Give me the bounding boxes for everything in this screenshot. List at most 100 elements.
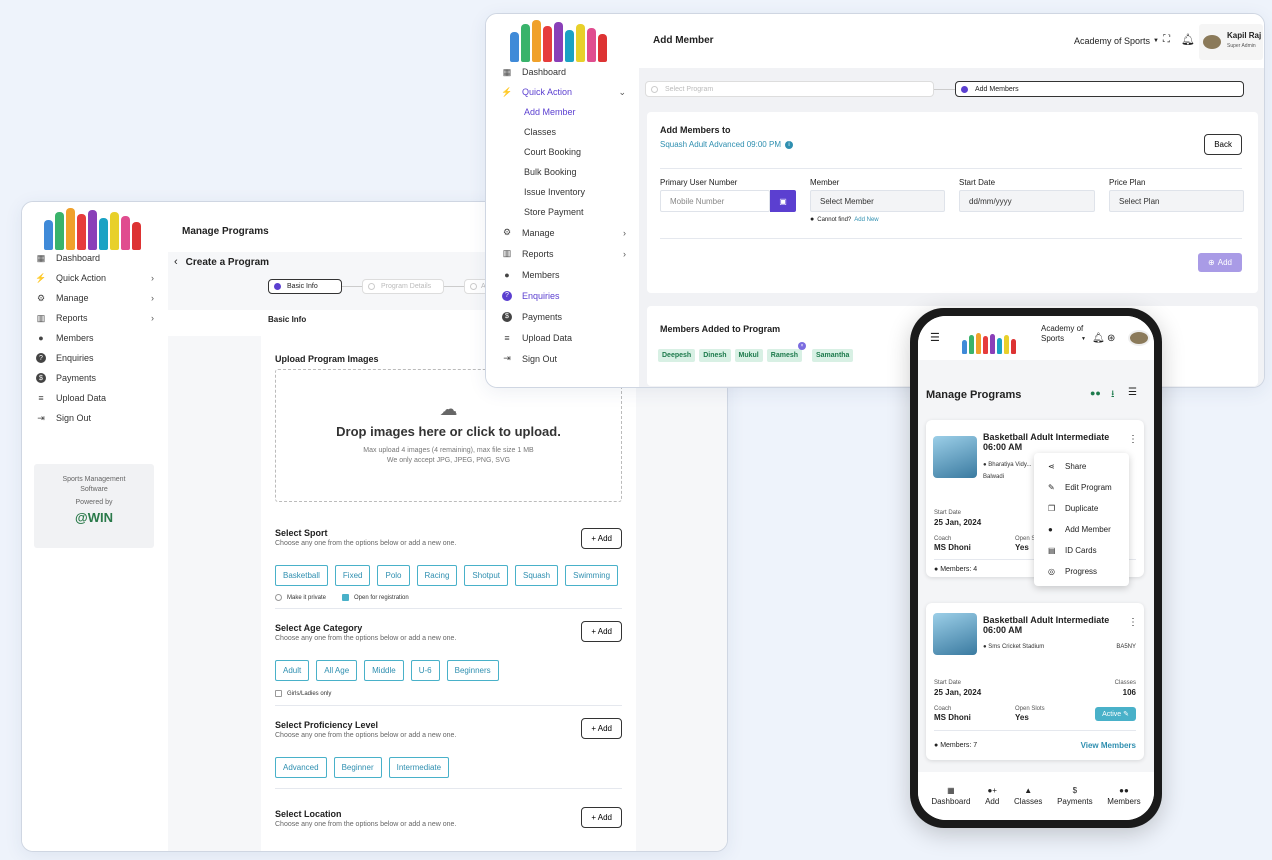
step-basic-info[interactable]: Basic Info [268,279,342,294]
academy-select[interactable]: Academy of Sports ▼ [1074,36,1159,46]
option-chip[interactable]: Polo [377,565,410,586]
avatar[interactable] [1128,330,1150,346]
girls-checkbox[interactable] [275,690,282,697]
member-tag[interactable]: Ramesh [766,349,802,362]
tab-item[interactable]: ●● Members [1107,786,1140,806]
menu-item[interactable]: ◎ Progress [1034,561,1129,582]
sidebar-item-quick-action[interactable]: ⚡ Quick Action ⌄ [501,82,626,102]
price-plan-select[interactable]: Select Plan [1109,190,1244,212]
private-checkbox[interactable] [275,594,282,601]
submenu-item[interactable]: Court Booking [524,142,626,162]
member-tag[interactable]: Mukul [734,349,763,362]
sidebar-item[interactable]: $ Payments [36,368,154,388]
option-chip[interactable]: Squash [514,565,559,586]
sidebar-item[interactable]: ? Enquiries [502,285,626,306]
option-chip[interactable]: Swimming [565,565,619,586]
sidebar-item[interactable]: ● Members [502,264,626,285]
fullscreen-icon[interactable]: ⛶ [1163,34,1170,45]
step-select-program[interactable]: Select Program [645,81,934,97]
step-program-details[interactable]: Program Details [362,279,444,294]
mobile-number-input[interactable]: Mobile Number [660,190,770,212]
menu-item-label: Progress [1065,567,1098,576]
more-vertical-icon[interactable]: ⋮ [1128,617,1138,628]
sidebar-item[interactable]: ▦ Dashboard [502,62,626,82]
sidebar-item[interactable]: ▦ Dashboard [36,248,154,268]
info-icon[interactable]: i [784,140,793,149]
menu-item[interactable]: ● Add Member [1034,519,1129,540]
sidebar-item[interactable]: ⇥ Sign Out [36,408,154,428]
tab-item[interactable]: ▲ Classes [1014,786,1042,806]
status-badge[interactable]: Active ✎ [1095,707,1136,721]
chevron-left-icon[interactable]: ‹ [174,256,178,268]
remove-tag-icon[interactable]: × [798,342,806,350]
search-member-button[interactable]: ▣ [770,190,796,212]
option-chip[interactable]: Adult [275,660,310,681]
add-button[interactable]: ⊕ Add [1198,253,1242,272]
sidebar-item[interactable]: ≡ Upload Data [36,388,154,408]
member-tag[interactable]: Samantha [812,349,854,362]
start-date-input[interactable]: dd/mm/yyyy [959,190,1095,212]
submenu-item[interactable]: Store Payment [524,202,626,222]
add-proficiency-button[interactable]: + Add [581,718,622,739]
private-option[interactable]: Make it private [275,594,326,601]
sidebar-item[interactable]: ? Enquiries [36,348,154,368]
option-chip[interactable]: Fixed [334,565,371,586]
member-tag[interactable]: Dinesh [699,349,731,362]
bell-icon[interactable]: 🔔︎ [1181,33,1195,46]
upload-dropzone[interactable]: ☁ Drop images here or click to upload. M… [275,369,622,502]
sidebar-item[interactable]: $ Payments [502,306,626,327]
add-location-button[interactable]: + Add [581,807,622,828]
member-tag[interactable]: Deepesh [658,349,696,362]
option-chip[interactable]: Shotput [464,565,508,586]
add-age-button[interactable]: + Add [581,621,622,642]
menu-item[interactable]: ⋖ Share [1034,456,1129,477]
sidebar-item[interactable]: ⇥ Sign Out [502,348,626,369]
sidebar-item[interactable]: ▥ Reports › [36,308,154,328]
settings-icon[interactable]: ⊛ [1107,333,1115,344]
sidebar-item[interactable]: ● Members [36,328,154,348]
option-chip[interactable]: Intermediate [388,757,450,778]
menu-item[interactable]: ❐ Duplicate [1034,498,1129,519]
submenu-item[interactable]: Issue Inventory [524,182,626,202]
more-vertical-icon[interactable]: ⋮ [1128,434,1138,445]
sidebar-item[interactable]: ⚙ Manage › [502,222,626,243]
submenu-item[interactable]: Bulk Booking [524,162,626,182]
option-chip[interactable]: U-6 [410,660,440,681]
menu-item[interactable]: ✎ Edit Program [1034,477,1129,498]
dropzone-limit: Max upload 4 images (4 remaining), max f… [363,447,534,454]
option-chip[interactable]: Basketball [275,565,328,586]
option-chip[interactable]: Racing [416,565,458,586]
hamburger-icon[interactable]: ☰ [930,331,940,344]
back-button[interactable]: Back [1204,134,1242,155]
add-new-link[interactable]: Add New [854,217,878,223]
open-option[interactable]: Open for registration [342,594,409,601]
girls-option[interactable]: Girls/Ladies only [275,690,622,697]
sidebar-item[interactable]: ≡ Upload Data [502,327,626,348]
option-chip[interactable]: Beginner [333,757,382,778]
option-chip[interactable]: Middle [364,660,404,681]
option-chip[interactable]: All Age [316,660,358,681]
submenu-item[interactable]: Classes [524,122,626,142]
download-icon[interactable]: ⭳ [1111,387,1115,404]
open-checkbox[interactable] [342,594,350,601]
submenu-item[interactable]: Add Member [524,102,626,122]
step-add-members[interactable]: Add Members [955,81,1244,97]
user-block[interactable]: Kapil Raj Super Admin [1199,24,1263,60]
option-chip[interactable]: Beginners [446,660,499,681]
menu-item[interactable]: ▤ ID Cards [1034,540,1129,561]
sliders-icon[interactable]: ☰ [1128,387,1137,398]
member-select[interactable]: Select Member [810,190,945,212]
view-members-link[interactable]: View Members [1081,741,1136,750]
sidebar-item[interactable]: ⚙ Manage › [36,288,154,308]
filter-group-icon[interactable]: ●● [1090,388,1101,398]
academy-name[interactable]: Academy of Sports [1041,324,1085,344]
program-card[interactable]: Basketball Adult Intermediate 06:00 AM ⋮… [926,603,1144,760]
tab-item[interactable]: $ Payments [1057,786,1093,806]
sidebar-item[interactable]: ▥ Reports › [502,243,626,264]
tab-item[interactable]: ▦ Dashboard [931,786,970,806]
sidebar-item[interactable]: ⚡ Quick Action › [35,268,154,288]
add-sport-button[interactable]: + Add [581,528,622,549]
option-chip[interactable]: Advanced [275,757,327,778]
bell-icon[interactable]: 🔔︎ [1092,333,1105,344]
tab-item[interactable]: ●+ Add [985,786,999,806]
